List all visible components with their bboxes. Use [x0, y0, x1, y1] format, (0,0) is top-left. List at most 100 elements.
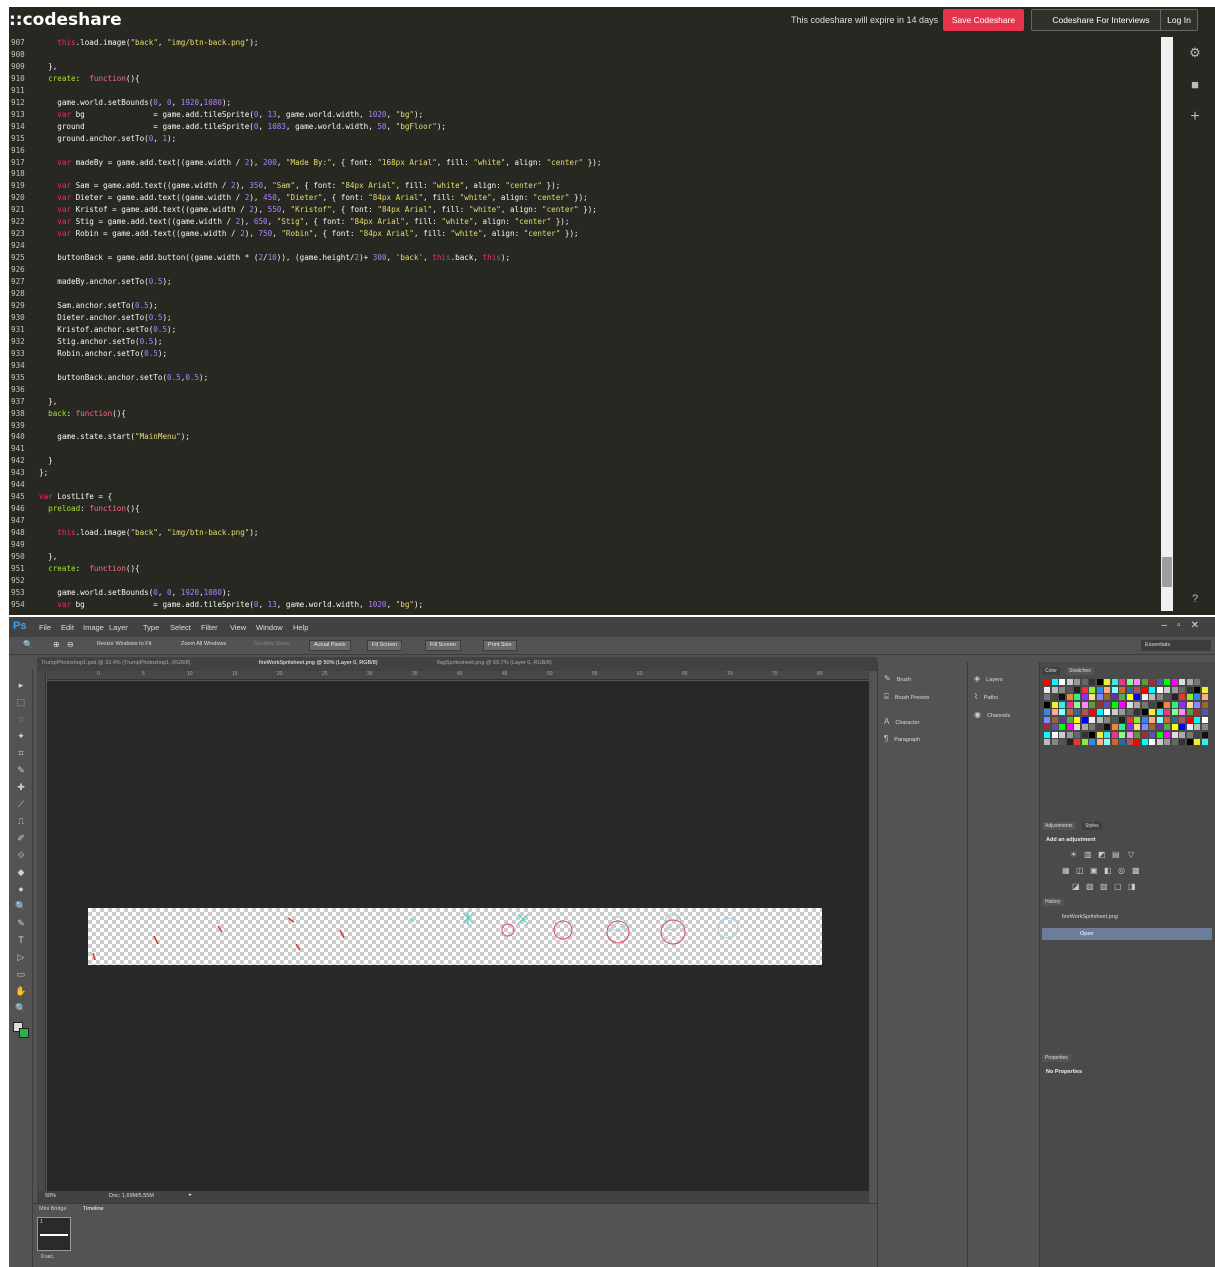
swatch[interactable] — [1156, 694, 1163, 700]
swatch[interactable] — [1164, 686, 1170, 693]
swatches-grid[interactable] — [1044, 679, 1214, 747]
code-line[interactable]: 915 ground.anchor.setTo(0, 1); — [9, 133, 1159, 145]
adjustment-icon[interactable]: ▨ — [1100, 882, 1108, 891]
horizontal-ruler[interactable]: 0 5 10 15 20 25 30 35 40 45 50 55 60 65 70 75 80 — [47, 671, 869, 680]
swatch[interactable] — [1074, 686, 1080, 693]
swatch[interactable] — [1119, 709, 1125, 715]
codeshare-interviews-button[interactable]: Codeshare For Interviews — [1031, 9, 1171, 31]
scrubby-zoom-checkbox[interactable]: Scrubby Zoom — [254, 641, 290, 647]
swatch[interactable] — [1134, 724, 1140, 730]
swatch[interactable] — [1081, 701, 1088, 708]
zoom-in-icon[interactable]: ⊕ — [53, 640, 60, 649]
history-snapshot[interactable]: fireWorkSpritsheet.png — [1042, 911, 1212, 923]
adjustment-icon[interactable]: ▽ — [1128, 850, 1134, 859]
swatch[interactable] — [1134, 709, 1140, 715]
swatch[interactable] — [1051, 716, 1058, 723]
swatch[interactable] — [1171, 716, 1178, 723]
marquee-tool-icon[interactable]: ⬚ — [15, 696, 27, 708]
adjustment-icon[interactable]: ◎ — [1118, 866, 1125, 875]
swatch[interactable] — [1044, 724, 1050, 730]
swatch[interactable] — [1119, 694, 1125, 700]
swatch[interactable] — [1194, 716, 1200, 723]
swatch[interactable] — [1186, 686, 1193, 693]
swatch[interactable] — [1081, 686, 1088, 693]
adjustment-icon[interactable]: ◩ — [1098, 850, 1106, 859]
swatch[interactable] — [1111, 731, 1118, 738]
swatch[interactable] — [1104, 679, 1110, 685]
dodge-tool-icon[interactable]: 🔍 — [15, 900, 27, 912]
code-line[interactable]: 941 — [9, 443, 1159, 455]
swatch[interactable] — [1134, 731, 1140, 738]
gear-icon[interactable]: ⚙ — [1187, 45, 1203, 61]
swatch[interactable] — [1141, 709, 1148, 715]
adjustment-icon[interactable]: ◨ — [1128, 882, 1136, 891]
swatch[interactable] — [1081, 731, 1088, 738]
code-line[interactable]: 912 game.world.setBounds(0, 0, 1920,1080… — [9, 97, 1159, 109]
swatch[interactable] — [1066, 694, 1073, 700]
codeshare-logo[interactable]: ::codeshare — [9, 10, 122, 30]
swatch[interactable] — [1186, 701, 1193, 708]
swatch[interactable] — [1096, 701, 1103, 708]
brush-tool-icon[interactable]: ⟋ — [15, 798, 27, 810]
swatch[interactable] — [1179, 709, 1185, 715]
code-line[interactable]: 922 var Stig = game.add.text((game.width… — [9, 216, 1159, 228]
swatch[interactable] — [1051, 679, 1058, 685]
swatch[interactable] — [1051, 701, 1058, 708]
code-line[interactable]: 907 this.load.image("back", "img/btn-bac… — [9, 37, 1159, 49]
code-line[interactable]: 909 }, — [9, 61, 1159, 73]
swatch[interactable] — [1179, 716, 1185, 723]
window-controls[interactable]: –▫✕ — [1162, 620, 1210, 631]
tab-swatches[interactable]: Swatches — [1066, 667, 1094, 675]
swatch[interactable] — [1141, 679, 1148, 685]
code-line[interactable]: 910 create: function(){ — [9, 73, 1159, 85]
dock-channels[interactable]: ◉ Channels — [974, 710, 1010, 719]
swatch[interactable] — [1096, 709, 1103, 715]
adjustment-icon[interactable]: ◫ — [1076, 866, 1084, 875]
zoom-tool-icon[interactable]: 🔍 — [15, 1002, 27, 1014]
code-line[interactable]: 939 — [9, 420, 1159, 432]
tab-history[interactable]: History — [1042, 898, 1064, 906]
code-line[interactable]: 952 — [9, 575, 1159, 587]
swatch[interactable] — [1164, 739, 1170, 745]
timeline-frame[interactable]: 1 — [37, 1217, 71, 1251]
swatch[interactable] — [1089, 694, 1095, 700]
swatch[interactable] — [1119, 724, 1125, 730]
code-line[interactable]: 929 Sam.anchor.setTo(0.5); — [9, 300, 1159, 312]
dock-paragraph[interactable]: ¶ Paragraph — [884, 734, 920, 743]
swatch[interactable] — [1156, 731, 1163, 738]
swatch[interactable] — [1044, 731, 1050, 738]
swatch[interactable] — [1201, 701, 1208, 708]
swatch[interactable] — [1156, 724, 1163, 730]
adjustment-icon[interactable]: ▦ — [1062, 866, 1070, 875]
swatch[interactable] — [1149, 694, 1155, 700]
swatch[interactable] — [1044, 701, 1050, 708]
swatch[interactable] — [1059, 731, 1065, 738]
code-line[interactable]: 945 var LostLife = { — [9, 491, 1159, 503]
swatch[interactable] — [1141, 686, 1148, 693]
code-line[interactable]: 931 Kristof.anchor.setTo(0.5); — [9, 324, 1159, 336]
fill-screen-button[interactable]: Fill Screen — [425, 640, 461, 651]
swatch[interactable] — [1171, 679, 1178, 685]
swatch[interactable] — [1104, 709, 1110, 715]
menu-view[interactable]: View — [230, 623, 246, 632]
swatch[interactable] — [1186, 694, 1193, 700]
swatch[interactable] — [1044, 694, 1050, 700]
swatch[interactable] — [1186, 679, 1193, 685]
swatch[interactable] — [1171, 739, 1178, 745]
swatch[interactable] — [1104, 716, 1110, 723]
history-brush-icon[interactable]: ✐ — [15, 832, 27, 844]
swatch[interactable] — [1186, 709, 1193, 715]
swatch[interactable] — [1194, 724, 1200, 730]
swatch[interactable] — [1081, 679, 1088, 685]
crop-tool-icon[interactable]: ⌗ — [15, 747, 27, 759]
adjustment-icon[interactable]: ▤ — [1112, 850, 1120, 859]
swatch[interactable] — [1059, 724, 1065, 730]
swatch[interactable] — [1171, 709, 1178, 715]
swatch[interactable] — [1164, 679, 1170, 685]
code-line[interactable]: 917 var madeBy = game.add.text((game.wid… — [9, 157, 1159, 169]
adjustment-icon[interactable]: ▣ — [1090, 866, 1098, 875]
swatch[interactable] — [1059, 709, 1065, 715]
menu-image[interactable]: Image — [83, 623, 104, 632]
code-line[interactable]: 927 madeBy.anchor.setTo(0.5); — [9, 276, 1159, 288]
code-line[interactable]: 933 Robin.anchor.setTo(0.5); — [9, 348, 1159, 360]
